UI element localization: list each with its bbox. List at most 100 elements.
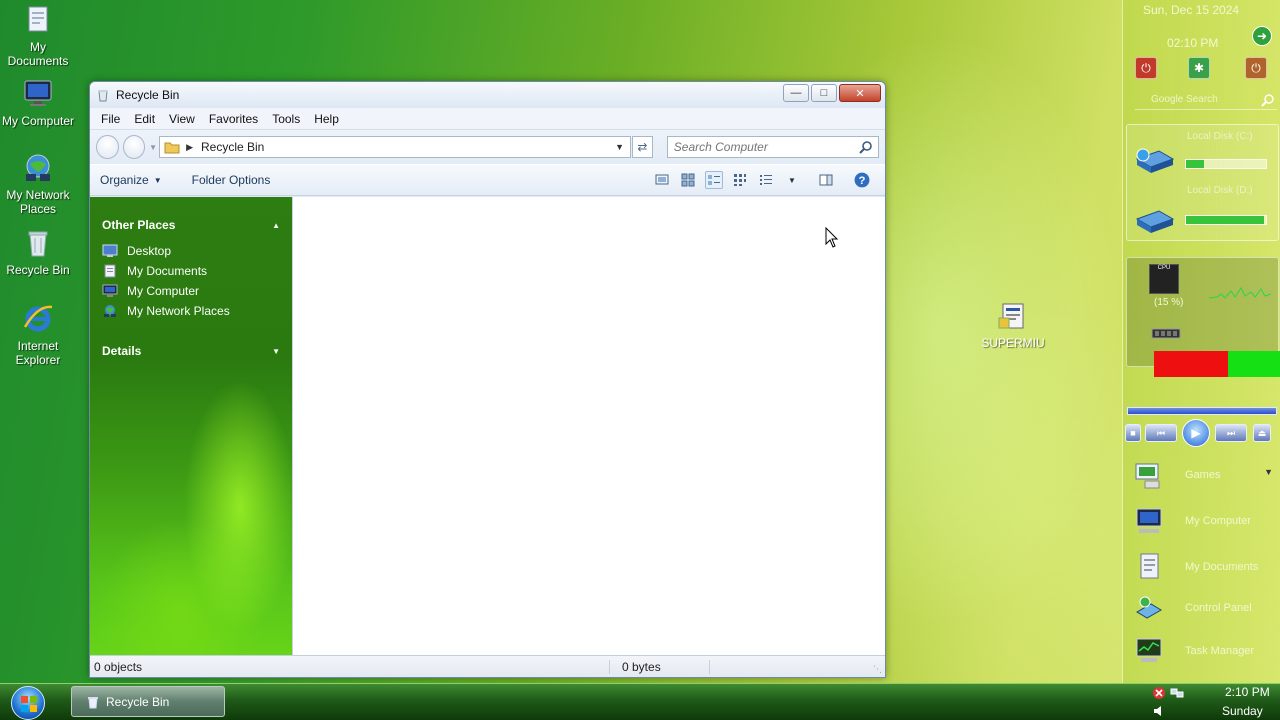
resize-grip-icon[interactable]: ⋱ <box>873 664 882 675</box>
window-title: Recycle Bin <box>116 88 180 102</box>
network-globe-icon <box>22 152 54 184</box>
desktop-icon-internet-explorer[interactable]: Internet Explorer <box>0 303 76 367</box>
view-thumbnails-button[interactable] <box>679 171 697 189</box>
refresh-icon: ⇄ <box>637 140 648 154</box>
window-content: Other Places ▲ Desktop My Documents My C… <box>90 197 885 655</box>
place-desktop[interactable]: Desktop <box>102 241 292 261</box>
preview-pane-button[interactable] <box>817 171 835 189</box>
internet-explorer-icon <box>22 303 54 335</box>
file-list-area[interactable] <box>292 197 885 655</box>
sidebar-link-my-computer[interactable]: My Computer <box>1133 503 1273 539</box>
views-dropdown-button[interactable]: ▼ <box>783 171 801 189</box>
tray-day: Sunday <box>1222 704 1263 718</box>
menu-view[interactable]: View <box>162 109 202 129</box>
media-previous-button[interactable]: ⏮ <box>1145 424 1177 442</box>
maximize-button[interactable]: □ <box>811 84 837 102</box>
view-tiles-button[interactable] <box>705 171 723 189</box>
place-label: My Computer <box>127 284 200 298</box>
view-filmstrip-button[interactable] <box>653 171 671 189</box>
place-label: Desktop <box>127 244 172 258</box>
other-places-header[interactable]: Other Places ▲ <box>90 215 292 235</box>
view-icons-button[interactable] <box>731 171 749 189</box>
desktop-icon-my-documents[interactable]: My Documents <box>0 4 76 68</box>
sidebar-date: Sun, Dec 15 2024 <box>1143 3 1240 17</box>
network-status-icon[interactable] <box>1170 686 1184 700</box>
minimize-button[interactable]: — <box>783 84 809 102</box>
status-object-count: 0 objects <box>90 659 610 674</box>
sidebar-link-control-panel[interactable]: Control Panel <box>1133 590 1273 626</box>
menu-favorites[interactable]: Favorites <box>202 109 265 129</box>
address-dropdown-icon[interactable]: ▼ <box>615 142 624 152</box>
hard-drive-icon <box>1135 210 1175 233</box>
place-my-network-places[interactable]: My Network Places <box>102 301 292 321</box>
status-size: 0 bytes <box>610 659 710 674</box>
sidebar-google-search[interactable]: Google Search <box>1135 90 1277 110</box>
sidebar-link-games[interactable]: Games ▼ <box>1133 457 1273 493</box>
search-input[interactable] <box>673 140 864 154</box>
folder-options-button[interactable]: Folder Options <box>192 173 271 187</box>
help-button[interactable]: ? <box>853 171 871 189</box>
place-my-documents[interactable]: My Documents <box>102 261 292 281</box>
recycle-bin-small-icon <box>88 696 98 708</box>
desktop-sidebar: Sun, Dec 15 2024 02:10 PM ➜ ⏻ ✱ ⏻ Google… <box>1122 0 1280 683</box>
security-alert-icon[interactable] <box>1152 686 1166 700</box>
media-eject-button[interactable]: ⏏ <box>1253 424 1271 442</box>
start-button[interactable] <box>11 686 45 720</box>
search-icon[interactable] <box>859 140 873 154</box>
collapse-up-icon[interactable]: ▲ <box>272 221 280 230</box>
expand-down-icon[interactable]: ▼ <box>272 347 280 356</box>
task-pane: Other Places ▲ Desktop My Documents My C… <box>90 197 292 655</box>
sidebar-link-my-documents[interactable]: My Documents <box>1133 549 1273 585</box>
media-progress-bar[interactable] <box>1127 407 1277 415</box>
eject-icon: ⏏ <box>1257 427 1267 438</box>
chevron-down-icon[interactable]: ▼ <box>1264 467 1273 477</box>
memory-free-bar <box>1228 351 1280 377</box>
sidebar-link-task-manager[interactable]: Task Manager <box>1133 633 1273 669</box>
minimize-icon: — <box>790 87 802 99</box>
sidebar-go-arrow-icon[interactable]: ➜ <box>1252 26 1272 46</box>
drive-d-usage-bar <box>1185 215 1267 225</box>
folder-options-label: Folder Options <box>191 173 271 187</box>
media-stop-button[interactable]: ■ <box>1125 424 1141 442</box>
documents-icon <box>104 264 116 278</box>
forward-button[interactable] <box>122 135 146 159</box>
desktop-icon-my-network-places[interactable]: My Network Places <box>0 152 76 216</box>
menu-edit[interactable]: Edit <box>127 109 162 129</box>
shutdown-button[interactable]: ⏻ <box>1135 57 1157 79</box>
volume-icon[interactable] <box>1152 704 1166 718</box>
desktop-icon-my-computer[interactable]: My Computer <box>0 78 76 128</box>
recycle-bin-icon <box>22 227 54 259</box>
close-button[interactable]: ✕ <box>839 84 881 102</box>
desktop-icon-recycle-bin[interactable]: Recycle Bin <box>0 227 76 277</box>
place-my-computer[interactable]: My Computer <box>102 281 292 301</box>
desktop-icon-label: My Documents <box>7 40 69 68</box>
maximize-icon: □ <box>820 87 828 99</box>
drives-gadget: Local Disk (C:) Local Disk (D:) <box>1126 124 1279 241</box>
organize-button[interactable]: Organize ▼ <box>100 173 162 187</box>
computer-icon <box>1136 508 1162 533</box>
view-list-button[interactable] <box>757 171 775 189</box>
back-button[interactable] <box>96 135 119 159</box>
cpu-usage-percent: (15 %) <box>1154 297 1184 308</box>
svg-text:?: ? <box>859 175 866 187</box>
window-titlebar[interactable]: Recycle Bin — □ ✕ <box>90 82 885 108</box>
menu-help[interactable]: Help <box>307 109 346 129</box>
menu-file[interactable]: File <box>94 109 127 129</box>
place-label: My Network Places <box>127 304 230 318</box>
tray-clock[interactable]: 2:10 PM <box>1225 685 1270 699</box>
recent-pages-dropdown[interactable]: ▼ <box>149 143 157 152</box>
restart-button[interactable]: ✱ <box>1188 57 1210 79</box>
media-play-button[interactable]: ▶ <box>1182 419 1210 447</box>
refresh-button[interactable]: ⇄ <box>632 136 653 158</box>
taskbar-button-recycle-bin[interactable]: Recycle Bin <box>71 686 225 717</box>
details-header[interactable]: Details ▼ <box>90 341 292 361</box>
menu-tools[interactable]: Tools <box>265 109 307 129</box>
search-icon[interactable] <box>1261 93 1275 107</box>
logoff-button[interactable]: ⏻ <box>1245 57 1267 79</box>
search-box[interactable] <box>666 136 880 158</box>
desktop-file-supermiu[interactable]: SUPERMIU <box>976 300 1050 350</box>
media-next-button[interactable]: ⏭ <box>1215 424 1247 442</box>
place-label: My Documents <box>127 264 208 278</box>
play-icon: ▶ <box>1191 426 1201 440</box>
address-bar[interactable]: ▶ Recycle Bin ▼ <box>159 136 632 158</box>
